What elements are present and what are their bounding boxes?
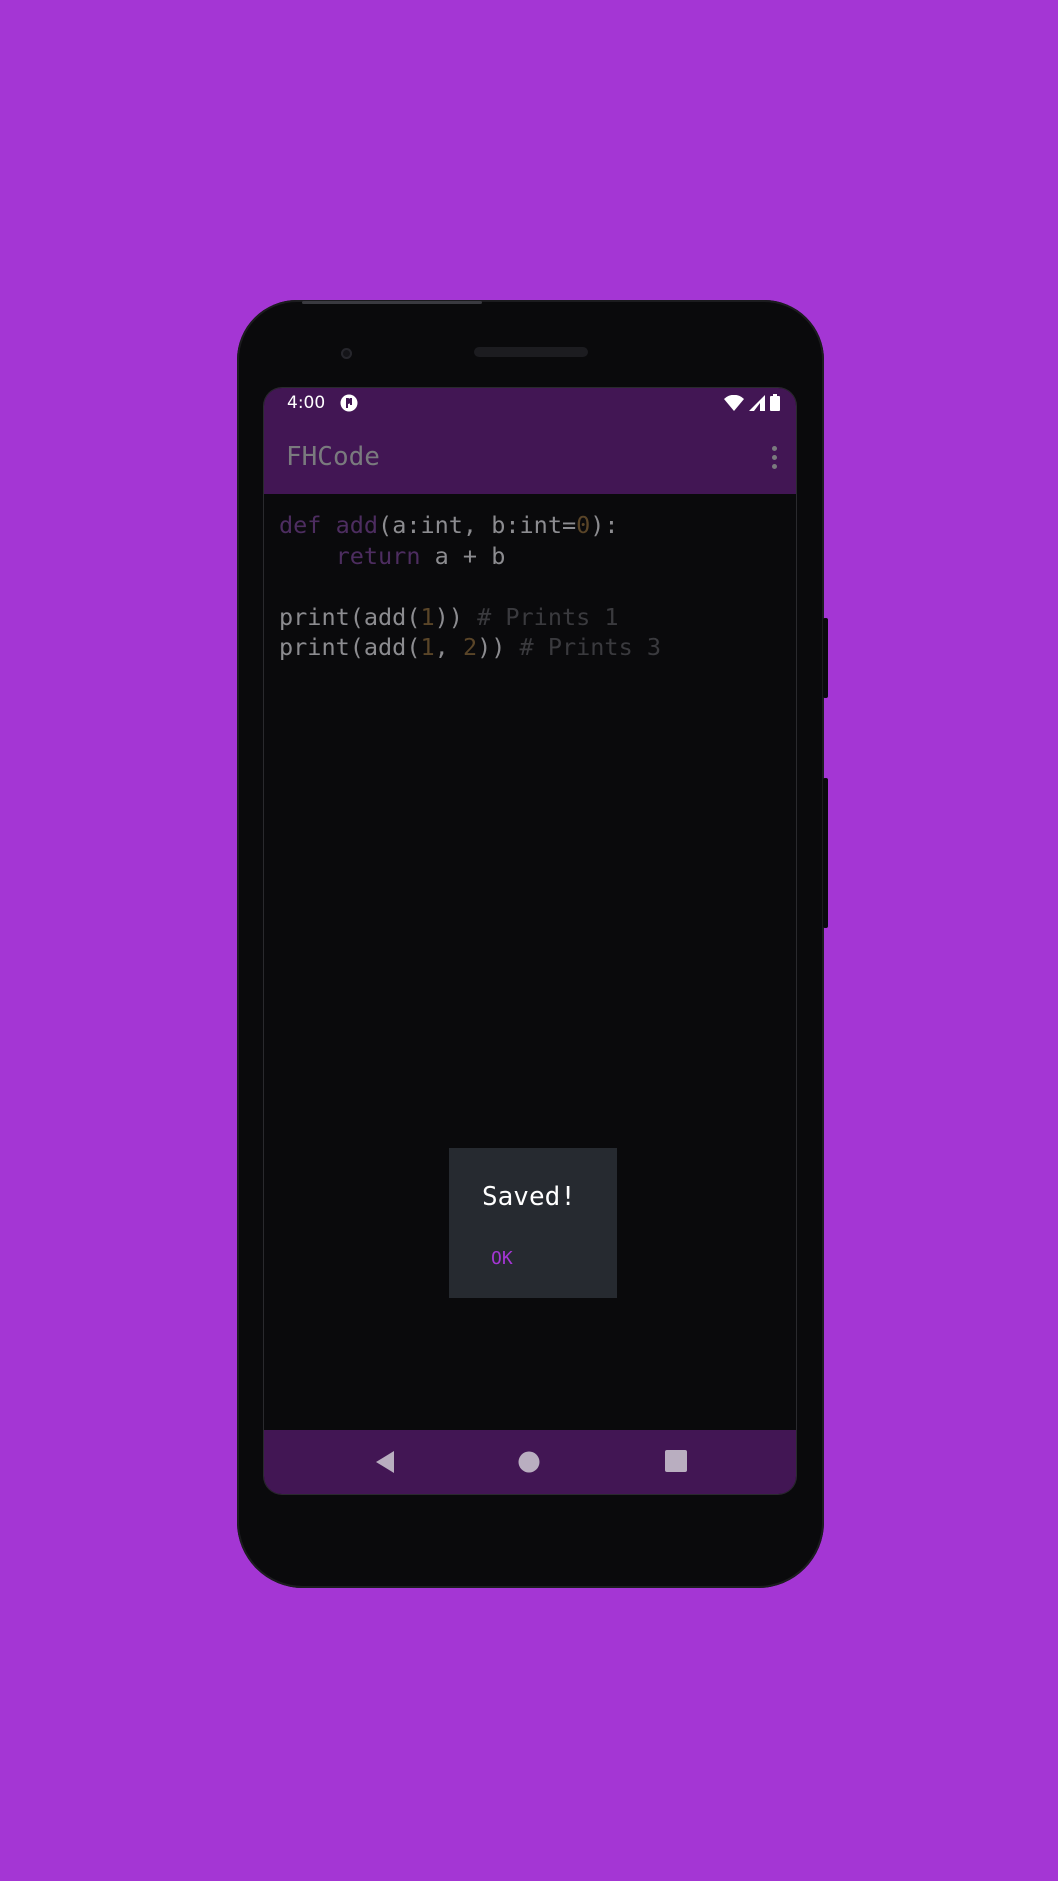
back-icon[interactable]	[374, 1450, 396, 1474]
code-token: a + b	[420, 541, 506, 570]
code-token: # Prints 1	[477, 602, 619, 631]
dialog-ok-button[interactable]: OK	[491, 1248, 513, 1269]
phone-frame: 4:00 FHCode def add(a:int, b:int=0): ret…	[237, 300, 828, 1588]
front-camera	[341, 348, 352, 359]
code-token: 2	[462, 633, 478, 661]
recents-icon[interactable]	[665, 1450, 687, 1472]
code-token: 1	[420, 633, 435, 661]
code-token: add	[335, 511, 379, 539]
power-button	[823, 778, 828, 928]
code-token: return	[335, 541, 421, 570]
code-token: 1	[420, 602, 435, 631]
home-icon[interactable]	[517, 1450, 541, 1474]
code-line: return a + b	[279, 541, 796, 572]
code-line: def add(a:int, b:int=0):	[279, 510, 796, 541]
code-token: # Prints 3	[519, 633, 662, 661]
code-token: 0	[576, 511, 591, 539]
phone-screen: 4:00 FHCode def add(a:int, b:int=0): ret…	[264, 388, 796, 1494]
dialog-title: Saved!	[482, 1182, 576, 1212]
volume-button	[823, 618, 828, 698]
earpiece-speaker	[474, 347, 588, 357]
code-token: ))	[477, 633, 520, 661]
code-token: ))	[434, 602, 478, 631]
code-line: print(add(1, 2)) # Prints 3	[279, 632, 796, 663]
navigation-bar	[264, 1430, 796, 1494]
app-title: FHCode	[286, 442, 380, 472]
battery-icon	[770, 394, 780, 411]
code-token: print(add(	[279, 602, 421, 631]
saved-dialog: Saved! OK	[449, 1148, 617, 1298]
phone-top-edge	[302, 301, 482, 304]
code-token: ,	[434, 633, 463, 661]
status-bar: 4:00	[264, 388, 796, 418]
code-line: print(add(1)) # Prints 1	[279, 602, 796, 633]
code-token: ):	[590, 511, 619, 539]
code-token: (a:int, b:int=	[378, 511, 577, 539]
status-time: 4:00	[287, 393, 326, 413]
app-bar: FHCode	[264, 418, 796, 494]
signal-icon	[749, 394, 765, 411]
more-vert-icon[interactable]	[770, 446, 778, 470]
code-token: print(add(	[279, 633, 421, 661]
wifi-icon	[724, 394, 744, 411]
notification-app-icon	[340, 394, 358, 412]
status-icons	[724, 394, 780, 411]
code-token: def	[279, 511, 336, 539]
